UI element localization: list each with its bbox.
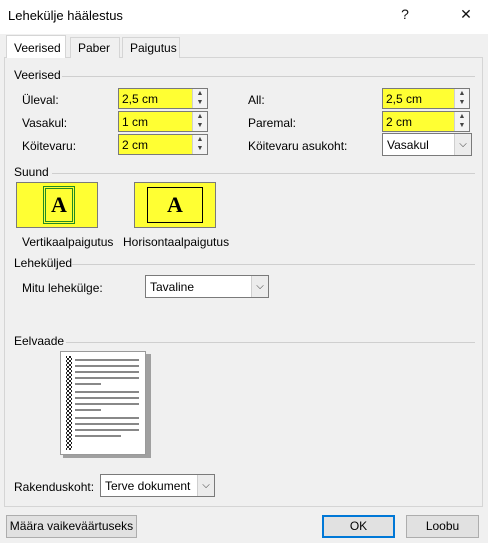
spin-down-icon: ▼ xyxy=(458,99,466,106)
portrait-icon: A xyxy=(43,186,75,224)
dialog-title: Lehekülje häälestus xyxy=(8,8,123,23)
right-margin-label: Paremal: xyxy=(248,116,297,130)
left-margin-arrows[interactable]: ▲ ▼ xyxy=(192,112,207,131)
spin-down-icon: ▼ xyxy=(458,122,466,129)
margins-divider xyxy=(62,76,475,77)
tab-paper[interactable]: Paber xyxy=(70,37,120,58)
preview-section-label: Eelvaade xyxy=(14,334,65,348)
spin-down-icon: ▼ xyxy=(196,122,204,129)
chevron-down-icon: ⌵ xyxy=(454,134,471,155)
left-margin-label: Vasakul: xyxy=(22,116,68,130)
preview-lines xyxy=(66,356,139,450)
spin-up-icon: ▲ xyxy=(458,90,466,97)
bottom-margin-label: All: xyxy=(248,93,265,107)
right-margin-arrows[interactable]: ▲ ▼ xyxy=(454,112,469,131)
bottom-margin-arrows[interactable]: ▲ ▼ xyxy=(454,89,469,108)
left-margin-spinner[interactable]: 1 cm ▲ ▼ xyxy=(118,111,208,132)
gutter-arrows[interactable]: ▲ ▼ xyxy=(192,135,207,154)
gutter-label: Köitevaru: xyxy=(22,139,77,153)
top-margin-spinner[interactable]: 2,5 cm ▲ ▼ xyxy=(118,88,208,109)
apply-to-select[interactable]: Terve dokument ⌵ xyxy=(100,474,215,497)
gutter-spinner[interactable]: 2 cm ▲ ▼ xyxy=(118,134,208,155)
set-default-button[interactable]: Määra vaikeväärtuseks xyxy=(6,515,137,538)
multiple-pages-label: Mitu lehekülge: xyxy=(22,281,103,295)
gutter-position-label: Köitevaru asukoht: xyxy=(248,139,348,153)
landscape-button[interactable]: A xyxy=(134,182,216,228)
top-margin-value: 2,5 cm xyxy=(122,92,159,106)
spin-up-icon: ▲ xyxy=(196,136,204,143)
spin-up-icon: ▲ xyxy=(458,113,466,120)
left-margin-value: 1 cm xyxy=(122,115,149,129)
landscape-icon: A xyxy=(147,187,203,223)
landscape-label: Horisontaalpaigutus xyxy=(123,235,230,249)
apply-to-value: Terve dokument xyxy=(105,479,191,493)
top-margin-arrows[interactable]: ▲ ▼ xyxy=(192,89,207,108)
multiple-pages-value: Tavaline xyxy=(150,280,195,294)
tab-layout[interactable]: Paigutus xyxy=(122,37,180,58)
cancel-button[interactable]: Loobu xyxy=(406,515,479,538)
top-margin-label: Üleval: xyxy=(22,93,59,107)
tab-margins[interactable]: Veerised xyxy=(6,35,66,58)
right-margin-value: 2 cm xyxy=(386,115,413,129)
spin-up-icon: ▲ xyxy=(196,113,204,120)
spin-down-icon: ▼ xyxy=(196,145,204,152)
close-button[interactable]: ✕ xyxy=(455,6,477,26)
apply-to-label: Rakenduskoht: xyxy=(14,480,95,494)
orientation-divider xyxy=(52,173,475,174)
spin-down-icon: ▼ xyxy=(196,99,204,106)
preview-page xyxy=(60,351,146,455)
orientation-section-label: Suund xyxy=(14,165,49,179)
close-icon: ✕ xyxy=(460,6,472,22)
portrait-label: Vertikaalpaigutus xyxy=(22,235,114,249)
multiple-pages-select[interactable]: Tavaline ⌵ xyxy=(145,275,269,298)
pages-section-label: Leheküljed xyxy=(14,256,73,270)
chevron-down-icon: ⌵ xyxy=(197,475,214,496)
spin-up-icon: ▲ xyxy=(196,90,204,97)
pages-divider xyxy=(72,264,475,265)
portrait-button[interactable]: A xyxy=(16,182,98,228)
gutter-value: 2 cm xyxy=(122,138,149,152)
gutter-mark xyxy=(66,356,72,450)
right-margin-spinner[interactable]: 2 cm ▲ ▼ xyxy=(382,111,470,132)
preview-divider xyxy=(66,342,475,343)
margins-section-label: Veerised xyxy=(14,68,61,82)
bottom-margin-spinner[interactable]: 2,5 cm ▲ ▼ xyxy=(382,88,470,109)
help-button[interactable]: ? xyxy=(394,6,416,26)
gutter-position-select[interactable]: Vasakul ⌵ xyxy=(382,133,472,156)
bottom-margin-value: 2,5 cm xyxy=(386,92,423,106)
ok-button[interactable]: OK xyxy=(322,515,395,538)
chevron-down-icon: ⌵ xyxy=(251,276,268,297)
gutter-position-value: Vasakul xyxy=(387,138,429,152)
